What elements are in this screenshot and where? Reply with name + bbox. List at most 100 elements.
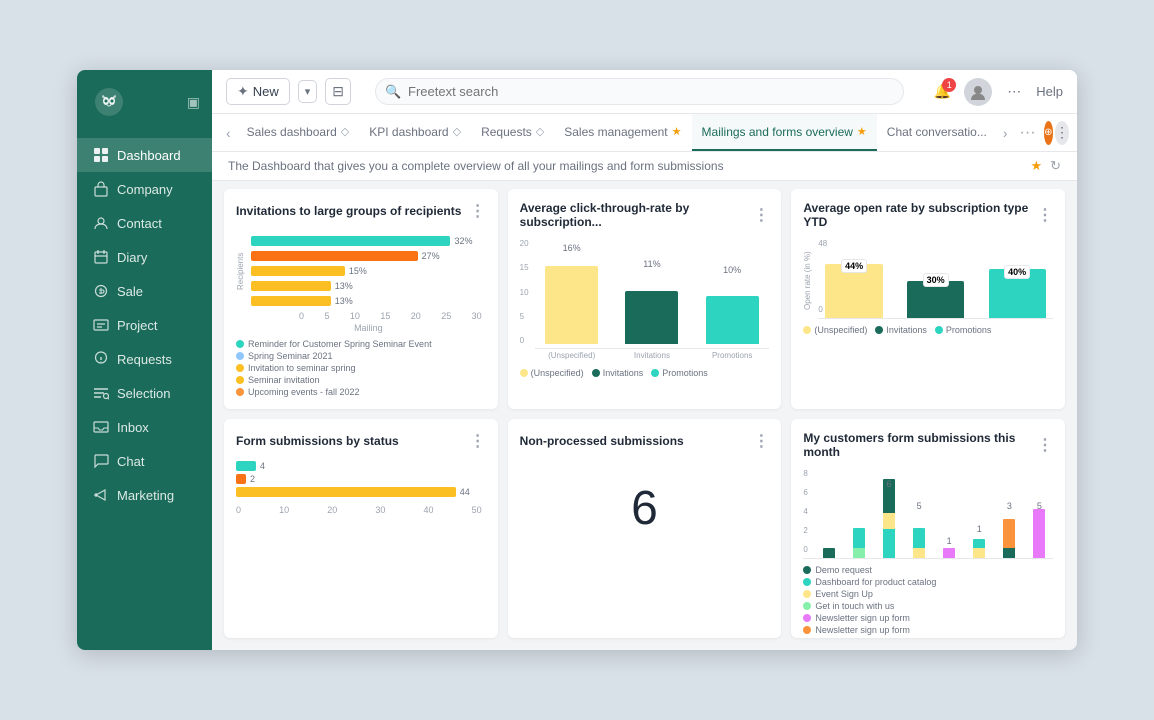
sidebar-item-project[interactable]: Project — [77, 308, 212, 342]
ctr-legend: (Unspecified) Invitations Promotions — [520, 368, 770, 378]
sidebar-item-sale[interactable]: Sale — [77, 274, 212, 308]
form-submissions-bars: 4 2 44 — [236, 461, 486, 497]
user-avatar[interactable] — [964, 78, 992, 106]
subtitle-refresh-icon[interactable]: ↻ — [1050, 158, 1061, 174]
tab-chat[interactable]: Chat conversatio... — [877, 114, 997, 151]
tab-prev-button[interactable]: ‹ — [220, 121, 237, 145]
legend-item-3: Seminar invitation — [236, 375, 486, 385]
search-input[interactable] — [375, 78, 904, 105]
marketing-icon — [93, 487, 109, 503]
customer-legend-4: Newsletter sign up form — [803, 613, 1053, 623]
chart-col-0 — [803, 479, 842, 558]
open-rate-legend-2: Promotions — [935, 325, 992, 335]
subtitle-star-icon[interactable]: ★ — [1030, 158, 1042, 174]
notifications-button[interactable]: 🔔 1 — [928, 78, 956, 106]
sidebar-item-sale-label: Sale — [117, 284, 143, 299]
legend-item-0: Reminder for Customer Spring Seminar Eve… — [236, 339, 486, 349]
hbar-legend: Reminder for Customer Spring Seminar Eve… — [236, 339, 486, 397]
dashboard-content: Invitations to large groups of recipient… — [212, 181, 1077, 650]
new-plus-icon: ✦ — [237, 83, 249, 100]
open-rate-legend: (Unspecified) Invitations Promotions — [803, 325, 1053, 335]
card-non-processed: Non-processed submissions ⋮ 6 — [508, 419, 782, 639]
sidebar-item-inbox[interactable]: Inbox — [77, 410, 212, 444]
requests-icon — [93, 351, 109, 367]
subtitle-bar: The Dashboard that gives you a complete … — [212, 152, 1077, 181]
card-customer-form-title: My customers form submissions this month… — [803, 431, 1053, 459]
sidebar-item-contact-label: Contact — [117, 216, 162, 231]
sidebar-item-company-label: Company — [117, 182, 173, 197]
customer-legend-5: Newsletter sign up form — [803, 625, 1053, 635]
sidebar-item-inbox-label: Inbox — [117, 420, 149, 435]
sidebar-item-marketing[interactable]: Marketing — [77, 478, 212, 512]
open-rate-legend-0: (Unspecified) — [803, 325, 867, 335]
tab-kpi-dashboard[interactable]: KPI dashboard ◇ — [359, 114, 471, 151]
tab-sales-dashboard-icon: ◇ — [341, 125, 349, 138]
sidebar-item-requests[interactable]: Requests — [77, 342, 212, 376]
chart-col-1 — [845, 479, 872, 558]
chart-col-5: 1 — [966, 479, 993, 558]
tab-mailings[interactable]: Mailings and forms overview ★ — [692, 114, 877, 151]
chart-col-6: 3 — [996, 479, 1023, 558]
card-form-submissions-menu[interactable]: ⋮ — [470, 431, 486, 451]
sidebar-item-dashboard-label: Dashboard — [117, 148, 181, 163]
tab-sales-dashboard[interactable]: Sales dashboard ◇ — [237, 114, 360, 151]
card-avg-open-rate-menu[interactable]: ⋮ — [1037, 205, 1053, 225]
tab-kpi-dashboard-label: KPI dashboard — [369, 125, 448, 139]
tab-options-button[interactable]: ⊕ — [1044, 121, 1053, 145]
sidebar-item-contact[interactable]: Contact — [77, 206, 212, 240]
tab-requests-icon: ◇ — [536, 125, 544, 138]
sidebar-item-chat-label: Chat — [117, 454, 144, 469]
hbar-bar-3 — [251, 281, 331, 291]
new-button[interactable]: ✦ New — [226, 78, 290, 105]
sale-icon — [93, 283, 109, 299]
sidebar-item-company[interactable]: Company — [77, 172, 212, 206]
help-label[interactable]: Help — [1036, 84, 1063, 99]
sidebar-item-selection-label: Selection — [117, 386, 170, 401]
tab-chat-label: Chat conversatio... — [887, 125, 987, 139]
card-invitations-menu[interactable]: ⋮ — [470, 201, 486, 221]
tab-sales-management-label: Sales management — [564, 125, 667, 139]
menu-dots-button[interactable]: ⋯ — [1000, 78, 1028, 106]
hbar-x-title: Mailing — [251, 323, 486, 333]
open-rate-bar-invitations: 30% — [900, 259, 972, 318]
ctr-legend-2: Promotions — [651, 368, 708, 378]
hbar-bar-4 — [251, 296, 331, 306]
ctr-legend-1: Invitations — [592, 368, 644, 378]
sidebar-item-selection[interactable]: Selection — [77, 376, 212, 410]
tab-next-button[interactable]: › — [997, 121, 1014, 145]
card-form-submissions-title: Form submissions by status ⋮ — [236, 431, 486, 451]
y-axis-title-invitations: Recipients — [236, 252, 245, 289]
chart-col-3: 5 — [906, 479, 933, 558]
card-customer-form-menu[interactable]: ⋮ — [1037, 435, 1053, 455]
card-customer-form: My customers form submissions this month… — [791, 419, 1065, 639]
card-avg-open-rate-title: Average open rate by subscription type Y… — [803, 201, 1053, 229]
ctr-bar-promotions: 10% — [699, 247, 765, 344]
tab-requests[interactable]: Requests ◇ — [471, 114, 554, 151]
form-sub-bar-row-2: 44 — [236, 487, 486, 497]
card-avg-ctr-menu[interactable]: ⋮ — [753, 205, 769, 225]
sidebar-collapse-btn[interactable]: ▣ — [187, 94, 200, 111]
card-non-processed-menu[interactable]: ⋮ — [753, 431, 769, 451]
card-invitations-title: Invitations to large groups of recipient… — [236, 201, 486, 221]
new-button-label: New — [253, 84, 279, 99]
open-rate-bar-promotions: 40% — [981, 259, 1053, 318]
topbar: ✦ New ▾ ⊟ 🔍 🔔 1 ⋯ Help — [212, 70, 1077, 114]
new-dropdown-button[interactable]: ▾ — [298, 80, 318, 103]
tabbar: ‹ Sales dashboard ◇ KPI dashboard ◇ Requ… — [212, 114, 1077, 152]
grid-view-button[interactable]: ⊟ — [325, 78, 351, 105]
sidebar-item-dashboard[interactable]: Dashboard — [77, 138, 212, 172]
card-form-submissions: Form submissions by status ⋮ 4 2 44 — [224, 419, 498, 639]
hbar-bar-1 — [251, 251, 418, 261]
diary-icon — [93, 249, 109, 265]
tab-sales-management[interactable]: Sales management ★ — [554, 114, 691, 151]
tab-mailings-star-icon: ★ — [857, 125, 867, 138]
tab-more-button[interactable]: ··· — [1014, 124, 1042, 142]
sidebar-item-chat[interactable]: Chat — [77, 444, 212, 478]
legend-dot-3 — [236, 376, 244, 384]
hbar-chart-invitations: 32% 27% — [251, 235, 486, 307]
tab-sales-star-icon: ★ — [672, 125, 682, 138]
legend-dot-0 — [236, 340, 244, 348]
sidebar-item-diary[interactable]: Diary — [77, 240, 212, 274]
card-avg-ctr-title: Average click-through-rate by subscripti… — [520, 201, 770, 229]
tab-kebab-button[interactable]: ⋮ — [1055, 121, 1069, 145]
